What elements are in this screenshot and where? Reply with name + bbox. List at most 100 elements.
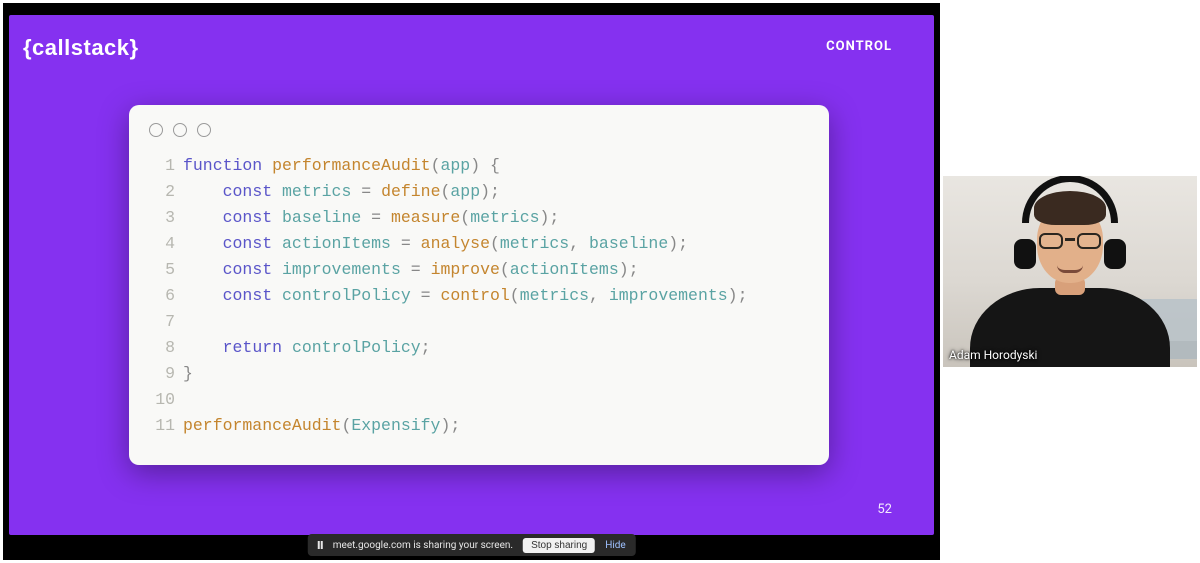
code-token: const	[223, 182, 273, 201]
code-token: improvements	[609, 286, 728, 305]
brand-logo-text: {callstack}	[23, 35, 139, 61]
screen-share-toast: meet.google.com is sharing your screen. …	[307, 534, 635, 556]
traffic-dot-icon	[197, 123, 211, 137]
line-number: 1	[147, 153, 175, 179]
presentation-slide: {callstack} CONTROL 52 1function perform…	[9, 15, 934, 535]
slide-section-tag: CONTROL	[826, 39, 892, 54]
code-line: 8 return controlPolicy;	[147, 335, 811, 361]
code-token: improve	[431, 260, 500, 279]
code-token: define	[381, 182, 440, 201]
code-token: (	[510, 286, 520, 305]
code-token: =	[371, 208, 381, 227]
line-number: 10	[147, 387, 175, 413]
code-token: )	[470, 156, 480, 175]
code-token: ;	[490, 182, 500, 201]
code-token: return	[223, 338, 282, 357]
participant-avatar-illustration	[985, 223, 1155, 367]
code-token: app	[440, 156, 470, 175]
code-token: (	[431, 156, 441, 175]
code-token: )	[619, 260, 629, 279]
line-number: 2	[147, 179, 175, 205]
code-token: =	[411, 260, 421, 279]
code-token: ;	[678, 234, 688, 253]
share-toast-message: meet.google.com is sharing your screen.	[333, 540, 513, 551]
code-line: 5 const improvements = improve(actionIte…	[147, 257, 811, 283]
code-token: ,	[569, 234, 579, 253]
code-token: ,	[589, 286, 599, 305]
code-token: (	[341, 416, 351, 435]
code-token: =	[361, 182, 371, 201]
line-number: 5	[147, 257, 175, 283]
code-token: actionItems	[282, 234, 391, 253]
line-number: 9	[147, 361, 175, 387]
code-token: performanceAudit	[183, 416, 341, 435]
code-token: )	[668, 234, 678, 253]
code-block: 1function performanceAudit(app) {2 const…	[147, 153, 811, 439]
traffic-dot-icon	[149, 123, 163, 137]
code-token: (	[490, 234, 500, 253]
code-token: )	[480, 182, 490, 201]
code-token: {	[490, 156, 500, 175]
video-background	[943, 176, 1197, 367]
code-line: 2 const metrics = define(app);	[147, 179, 811, 205]
participant-video-tile[interactable]: Adam Horodyski	[943, 176, 1197, 367]
code-token: }	[183, 364, 193, 383]
code-token: Expensify	[351, 416, 440, 435]
hide-toast-link[interactable]: Hide	[605, 540, 626, 551]
code-token: metrics	[282, 182, 351, 201]
code-token: )	[440, 416, 450, 435]
stop-sharing-button[interactable]: Stop sharing	[523, 538, 595, 553]
code-token: const	[223, 208, 273, 227]
line-number: 3	[147, 205, 175, 231]
line-number: 7	[147, 309, 175, 335]
code-token: =	[401, 234, 411, 253]
line-number: 8	[147, 335, 175, 361]
code-token: actionItems	[510, 260, 619, 279]
line-number: 6	[147, 283, 175, 309]
code-line: 10	[147, 387, 811, 413]
code-token: performanceAudit	[272, 156, 430, 175]
code-window: 1function performanceAudit(app) {2 const…	[129, 105, 829, 465]
code-token: metrics	[470, 208, 539, 227]
participant-name-label: Adam Horodyski	[949, 348, 1037, 362]
code-line: 3 const baseline = measure(metrics);	[147, 205, 811, 231]
code-token: const	[223, 286, 273, 305]
code-token: (	[460, 208, 470, 227]
code-token: ;	[421, 338, 431, 357]
code-token: improvements	[282, 260, 401, 279]
code-token: function	[183, 156, 262, 175]
code-token: =	[421, 286, 431, 305]
code-line: 11 performanceAudit(Expensify);	[147, 413, 811, 439]
code-token: ;	[738, 286, 748, 305]
code-token: (	[440, 182, 450, 201]
code-line: 9}	[147, 361, 811, 387]
code-token: metrics	[520, 286, 589, 305]
code-token: (	[500, 260, 510, 279]
code-token: const	[223, 260, 273, 279]
code-line: 6 const controlPolicy = control(metrics,…	[147, 283, 811, 309]
code-token: ;	[549, 208, 559, 227]
code-token: measure	[391, 208, 460, 227]
traffic-dot-icon	[173, 123, 187, 137]
pause-icon	[317, 541, 323, 549]
code-token: const	[223, 234, 273, 253]
code-token: ;	[450, 416, 460, 435]
code-token: baseline	[589, 234, 668, 253]
window-traffic-lights	[147, 119, 811, 153]
code-token: app	[450, 182, 480, 201]
code-line: 4 const actionItems = analyse(metrics, b…	[147, 231, 811, 257]
code-token: baseline	[282, 208, 361, 227]
line-number: 4	[147, 231, 175, 257]
code-token: analyse	[421, 234, 490, 253]
screen-share-panel: {callstack} CONTROL 52 1function perform…	[3, 3, 940, 560]
line-number: 11	[147, 413, 175, 439]
code-token: )	[728, 286, 738, 305]
code-token: )	[540, 208, 550, 227]
code-token: metrics	[500, 234, 569, 253]
slide-page-number: 52	[877, 502, 892, 517]
code-token: controlPolicy	[292, 338, 421, 357]
code-token: ;	[629, 260, 639, 279]
meet-stage: {callstack} CONTROL 52 1function perform…	[0, 0, 1200, 563]
code-token: controlPolicy	[282, 286, 411, 305]
code-token: control	[440, 286, 509, 305]
